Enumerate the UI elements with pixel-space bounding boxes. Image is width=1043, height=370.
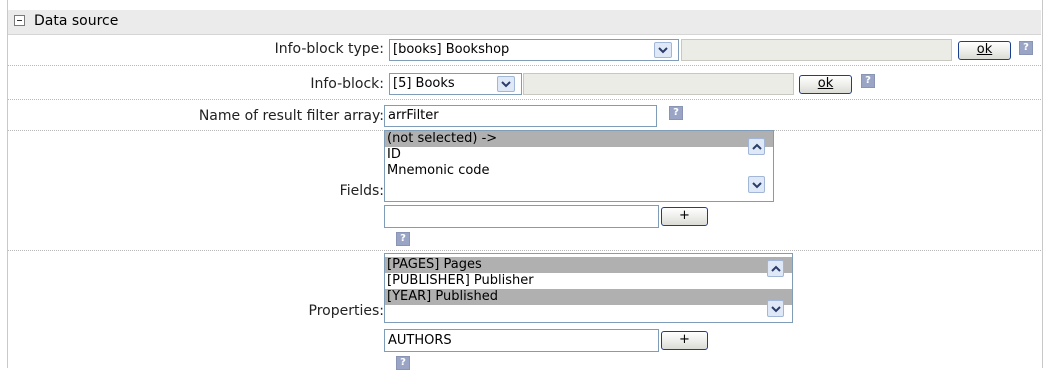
infoblock-type-value: [books] Bookshop	[393, 42, 510, 57]
help-icon[interactable]: ?	[396, 232, 410, 246]
infoblock-value: [5] Books	[393, 76, 455, 91]
chevron-down-icon[interactable]	[654, 42, 672, 58]
filter-array-value: arrFilter	[388, 108, 439, 123]
fields-add-button[interactable]: +	[661, 207, 708, 226]
section-title: Data source	[34, 13, 119, 29]
scroll-up-icon[interactable]	[767, 260, 784, 277]
list-item[interactable]: [YEAR] Published	[385, 289, 792, 305]
list-item[interactable]: ID	[385, 147, 773, 163]
infoblock-ok-button[interactable]: ok	[799, 75, 852, 94]
scroll-down-icon[interactable]	[767, 300, 784, 317]
filter-array-input[interactable]: arrFilter	[384, 105, 657, 127]
list-item[interactable]: Mnemonic code	[385, 163, 773, 179]
row-divider	[8, 99, 1041, 100]
list-item[interactable]: [PUBLISHER] Publisher	[385, 273, 792, 289]
infoblock-label: Info-block:	[310, 76, 384, 92]
infoblock-type-ok-button[interactable]: ok	[958, 41, 1011, 60]
fields-label: Fields:	[339, 183, 384, 199]
infoblock-type-select[interactable]: [books] Bookshop	[389, 39, 679, 61]
collapse-icon[interactable]	[14, 15, 25, 26]
fields-listbox[interactable]: (not selected) -> ID Mnemonic code	[384, 130, 774, 202]
scroll-down-icon[interactable]	[748, 176, 765, 193]
row-divider	[8, 65, 1041, 66]
section-header	[8, 10, 1041, 35]
infoblock-id-field[interactable]	[523, 73, 794, 95]
scroll-up-icon[interactable]	[748, 138, 765, 155]
properties-add-button[interactable]: +	[661, 331, 708, 350]
row-divider	[8, 250, 1041, 251]
list-item[interactable]: (not selected) ->	[385, 131, 773, 147]
filter-array-label: Name of result filter array:	[198, 108, 384, 124]
infoblock-type-label: Info-block type:	[274, 41, 384, 57]
help-icon[interactable]: ?	[669, 106, 683, 120]
help-icon[interactable]: ?	[861, 74, 875, 88]
help-icon[interactable]: ?	[1019, 41, 1033, 55]
list-item[interactable]: [PAGES] Pages	[385, 257, 792, 273]
properties-listbox[interactable]: [PAGES] Pages [PUBLISHER] Publisher [YEA…	[384, 253, 793, 323]
fields-add-input[interactable]	[384, 205, 659, 228]
properties-label: Properties:	[308, 303, 384, 319]
infoblock-type-id-field[interactable]	[681, 39, 952, 61]
chevron-down-icon[interactable]	[497, 76, 515, 92]
properties-add-input[interactable]: AUTHORS	[384, 329, 659, 352]
